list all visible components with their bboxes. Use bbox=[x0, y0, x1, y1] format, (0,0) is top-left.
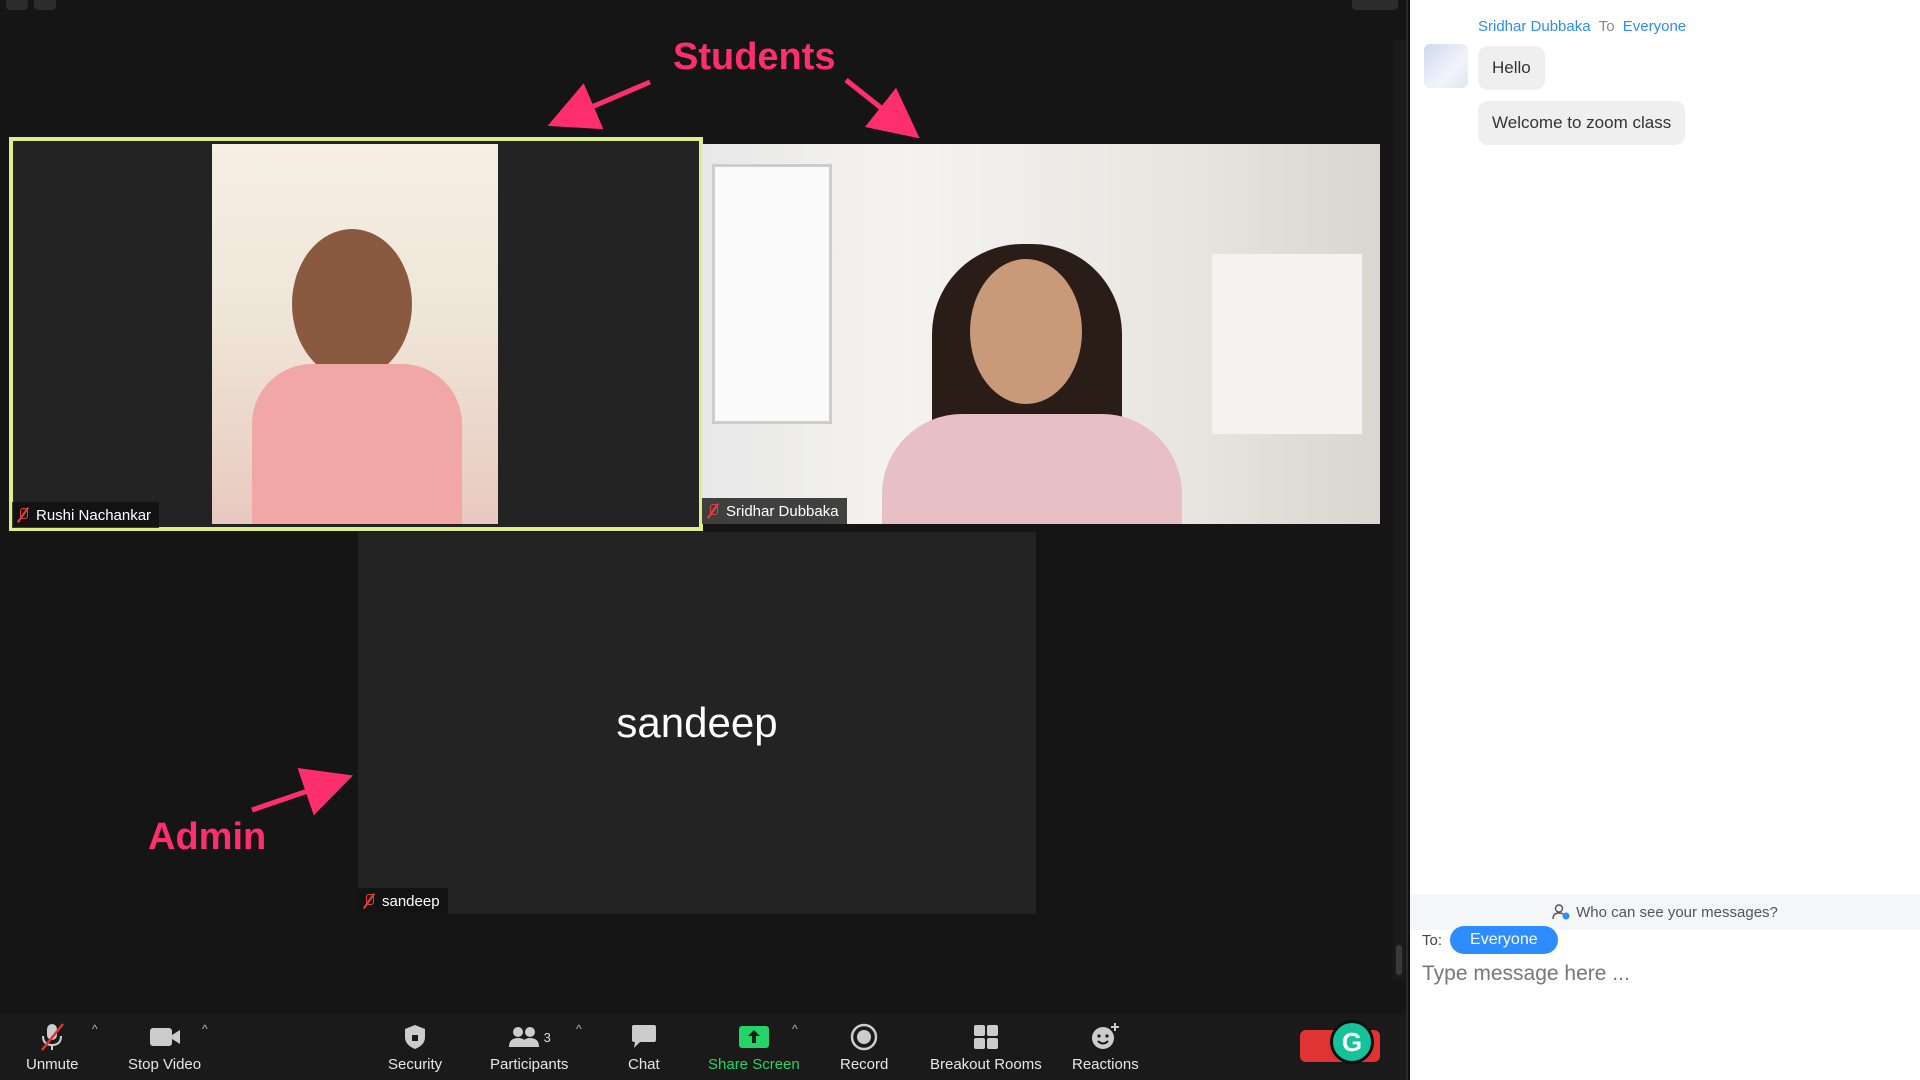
share-screen-label: Share Screen bbox=[708, 1056, 800, 1073]
annotation-admin: Admin bbox=[148, 816, 267, 858]
face-front bbox=[970, 259, 1082, 404]
record-button[interactable]: Record bbox=[840, 1022, 888, 1073]
record-icon bbox=[850, 1022, 878, 1052]
recipient-name[interactable]: Everyone bbox=[1623, 18, 1686, 35]
to-word: To bbox=[1598, 18, 1615, 35]
chat-panel: Sridhar Dubbaka To Everyone Hello Welcom… bbox=[1410, 0, 1920, 1080]
participants-count: 3 bbox=[543, 1029, 551, 1045]
to-label: To: bbox=[1422, 931, 1443, 949]
share-screen-icon bbox=[738, 1022, 770, 1052]
message-input[interactable] bbox=[1422, 956, 1902, 992]
reactions-button[interactable]: Reactions bbox=[1072, 1022, 1139, 1073]
share-screen-button[interactable]: Share Screen bbox=[708, 1022, 800, 1073]
participants-options-caret[interactable]: ^ bbox=[576, 1022, 582, 1036]
security-button[interactable]: Security bbox=[388, 1022, 442, 1073]
video-tile-sridhar[interactable]: Sridhar Dubbaka bbox=[702, 144, 1380, 524]
video-feed bbox=[212, 144, 498, 524]
mic-muted-icon bbox=[362, 893, 376, 909]
window-control[interactable] bbox=[6, 0, 28, 10]
who-can-see-label: Who can see your messages? bbox=[1576, 903, 1778, 921]
shirt bbox=[252, 364, 462, 524]
breakout-rooms-label: Breakout Rooms bbox=[930, 1056, 1042, 1073]
participant-display-name: sandeep bbox=[616, 699, 778, 746]
chat-message-header: Sridhar Dubbaka To Everyone bbox=[1478, 18, 1686, 35]
record-label: Record bbox=[840, 1056, 889, 1073]
sender-name[interactable]: Sridhar Dubbaka bbox=[1478, 18, 1591, 35]
recipient-row: To: Everyone bbox=[1422, 926, 1558, 954]
video-feed bbox=[702, 144, 1380, 524]
video-options-caret[interactable]: ^ bbox=[202, 1022, 208, 1036]
whiteboard bbox=[1212, 254, 1362, 434]
window bbox=[712, 164, 832, 424]
participant-name: Sridhar Dubbaka bbox=[726, 502, 839, 520]
mic-muted-icon bbox=[16, 507, 30, 523]
face bbox=[292, 229, 412, 379]
video-tile-rushi[interactable]: Rushi Nachankar bbox=[9, 137, 703, 531]
sweater bbox=[882, 414, 1182, 524]
participants-icon: 3 bbox=[508, 1022, 551, 1052]
scrollbar-thumb[interactable] bbox=[1396, 945, 1402, 975]
unmute-label: Unmute bbox=[26, 1056, 79, 1073]
chat-bubble-icon bbox=[630, 1022, 658, 1052]
participants-label: Participants bbox=[490, 1056, 569, 1073]
unmute-button[interactable]: Unmute bbox=[26, 1022, 79, 1073]
grammarly-icon[interactable]: G bbox=[1330, 1020, 1374, 1064]
audio-options-caret[interactable]: ^ bbox=[92, 1022, 98, 1036]
reactions-label: Reactions bbox=[1072, 1056, 1139, 1073]
zoom-app: Students Admin Rushi Nachankar Sridhar D… bbox=[0, 0, 1920, 1080]
stop-video-label: Stop Video bbox=[128, 1056, 202, 1073]
mic-off-icon bbox=[38, 1022, 66, 1052]
chat-message: Hello bbox=[1478, 46, 1545, 90]
participant-name: sandeep bbox=[382, 892, 440, 910]
chat-message: Welcome to zoom class bbox=[1478, 101, 1686, 145]
breakout-rooms-icon bbox=[972, 1022, 1000, 1052]
video-camera-icon bbox=[148, 1022, 182, 1052]
annotation-students: Students bbox=[673, 36, 836, 78]
participant-name: Rushi Nachankar bbox=[36, 506, 152, 524]
window-control[interactable] bbox=[34, 0, 56, 10]
chat-label: Chat bbox=[628, 1056, 660, 1073]
video-tile-sandeep[interactable]: sandeep sandeep bbox=[358, 532, 1036, 914]
name-label: sandeep bbox=[358, 888, 448, 914]
name-label: Rushi Nachankar bbox=[12, 502, 160, 528]
participants-button[interactable]: 3 Participants bbox=[490, 1022, 568, 1073]
chat-button[interactable]: Chat bbox=[628, 1022, 660, 1073]
meeting-toolbar: Unmute ^ Stop Video ^ Security 3 Partici… bbox=[0, 1014, 1406, 1080]
breakout-rooms-button[interactable]: Breakout Rooms bbox=[930, 1022, 1042, 1073]
mic-muted-icon bbox=[706, 503, 720, 519]
avatar bbox=[1424, 44, 1468, 88]
name-label: Sridhar Dubbaka bbox=[702, 498, 847, 524]
security-label: Security bbox=[388, 1056, 443, 1073]
arrow-to-rushi bbox=[547, 79, 651, 130]
arrow-to-sandeep bbox=[251, 768, 353, 816]
recipient-select[interactable]: Everyone bbox=[1450, 926, 1558, 954]
share-options-caret[interactable]: ^ bbox=[792, 1022, 798, 1036]
meeting-area: Students Admin Rushi Nachankar Sridhar D… bbox=[0, 0, 1408, 1080]
emoji-plus-icon bbox=[1090, 1022, 1120, 1052]
shield-icon bbox=[402, 1022, 428, 1052]
view-button[interactable] bbox=[1352, 0, 1398, 10]
arrow-to-sridhar bbox=[844, 78, 920, 139]
person-info-icon bbox=[1552, 904, 1570, 920]
who-can-see-link[interactable]: Who can see your messages? bbox=[1410, 894, 1920, 930]
stop-video-button[interactable]: Stop Video bbox=[128, 1022, 201, 1073]
scrollbar-track[interactable] bbox=[1393, 40, 1405, 980]
